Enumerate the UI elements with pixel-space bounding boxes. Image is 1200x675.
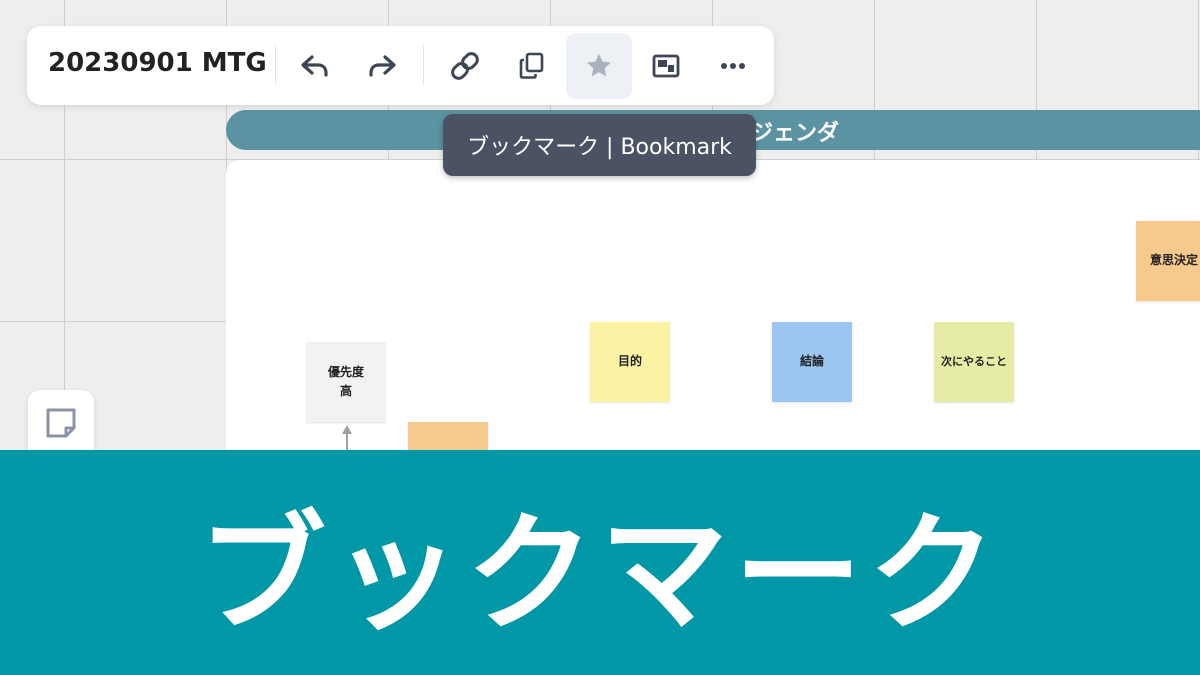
link-icon [451,52,479,80]
sticky-note-next-actions[interactable]: 次にやること [934,322,1014,402]
frame-button[interactable] [633,33,699,99]
sticky-note-priority-line1: 優先度 [327,364,364,379]
redo-icon [369,55,396,77]
sticky-note-priority[interactable]: 優先度 高 [306,342,386,422]
connector-arrow-line [346,430,348,452]
sticky-note-conclusion[interactable]: 結論 [772,322,852,402]
ellipsis-icon [721,63,745,69]
banner-title: ブックマーク [197,500,1002,649]
sticky-note-purpose[interactable]: 目的 [590,322,670,402]
board-title[interactable]: 20230901 MTG [48,48,267,78]
toolbar-divider [423,45,424,85]
sticky-note-icon [46,408,76,438]
undo-icon [301,55,328,77]
link-button[interactable] [432,33,498,99]
sticky-note-decision-label: 意思決定 [1150,253,1199,268]
sticky-note-priority-line2: 高 [339,384,352,398]
sticky-note-decision[interactable]: 意思決定 [1136,221,1200,301]
bookmark-button[interactable] [566,33,632,99]
sticky-note-purpose-label: 目的 [617,354,642,369]
copy-icon [519,52,544,79]
more-options-button[interactable] [700,33,766,99]
sticky-note-next-actions-label: 次にやること [941,355,1007,369]
top-toolbar: 20230901 MTG [27,26,774,105]
bookmark-tooltip: ブックマーク | Bookmark [443,114,756,176]
feature-banner: ブックマーク [0,450,1200,675]
agenda-title: ジェンダ [751,121,840,146]
frame-icon [652,54,680,78]
star-icon [587,54,611,77]
copy-button[interactable] [499,33,565,99]
redo-button[interactable] [349,33,415,99]
undo-button[interactable] [282,33,348,99]
toolbar-divider [275,45,276,85]
sticky-note-conclusion-label: 結論 [799,354,824,369]
